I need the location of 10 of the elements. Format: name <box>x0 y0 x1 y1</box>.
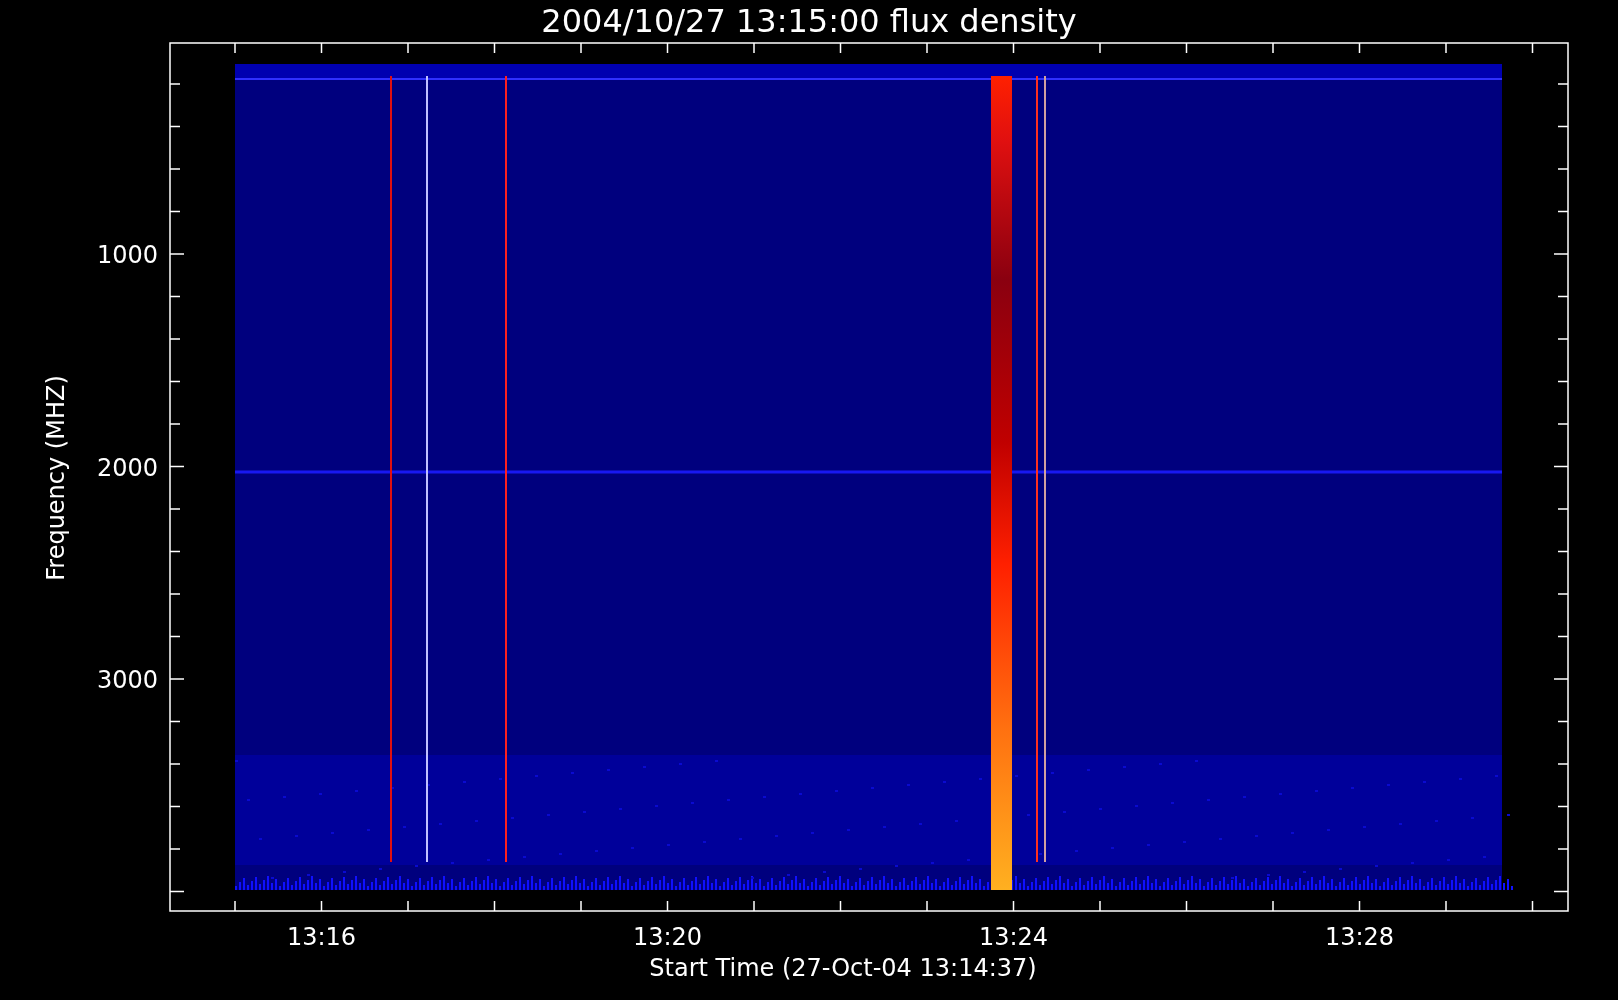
tick-label: 13:24 <box>978 923 1049 951</box>
axis-label: Frequency (MHZ) <box>42 375 70 581</box>
chart-title: 2004/10/27 13:15:00 flux density <box>541 2 1077 40</box>
tick-label: 13:16 <box>286 923 357 951</box>
tick-label: 13:28 <box>1324 923 1395 951</box>
tick-label: 1000 <box>96 241 158 269</box>
axis-label: Start Time (27-Oct-04 13:14:37) <box>649 954 1037 982</box>
tick-label: 3000 <box>96 666 158 694</box>
tick-label: 13:20 <box>632 923 703 951</box>
tick-label: 2000 <box>96 453 158 482</box>
